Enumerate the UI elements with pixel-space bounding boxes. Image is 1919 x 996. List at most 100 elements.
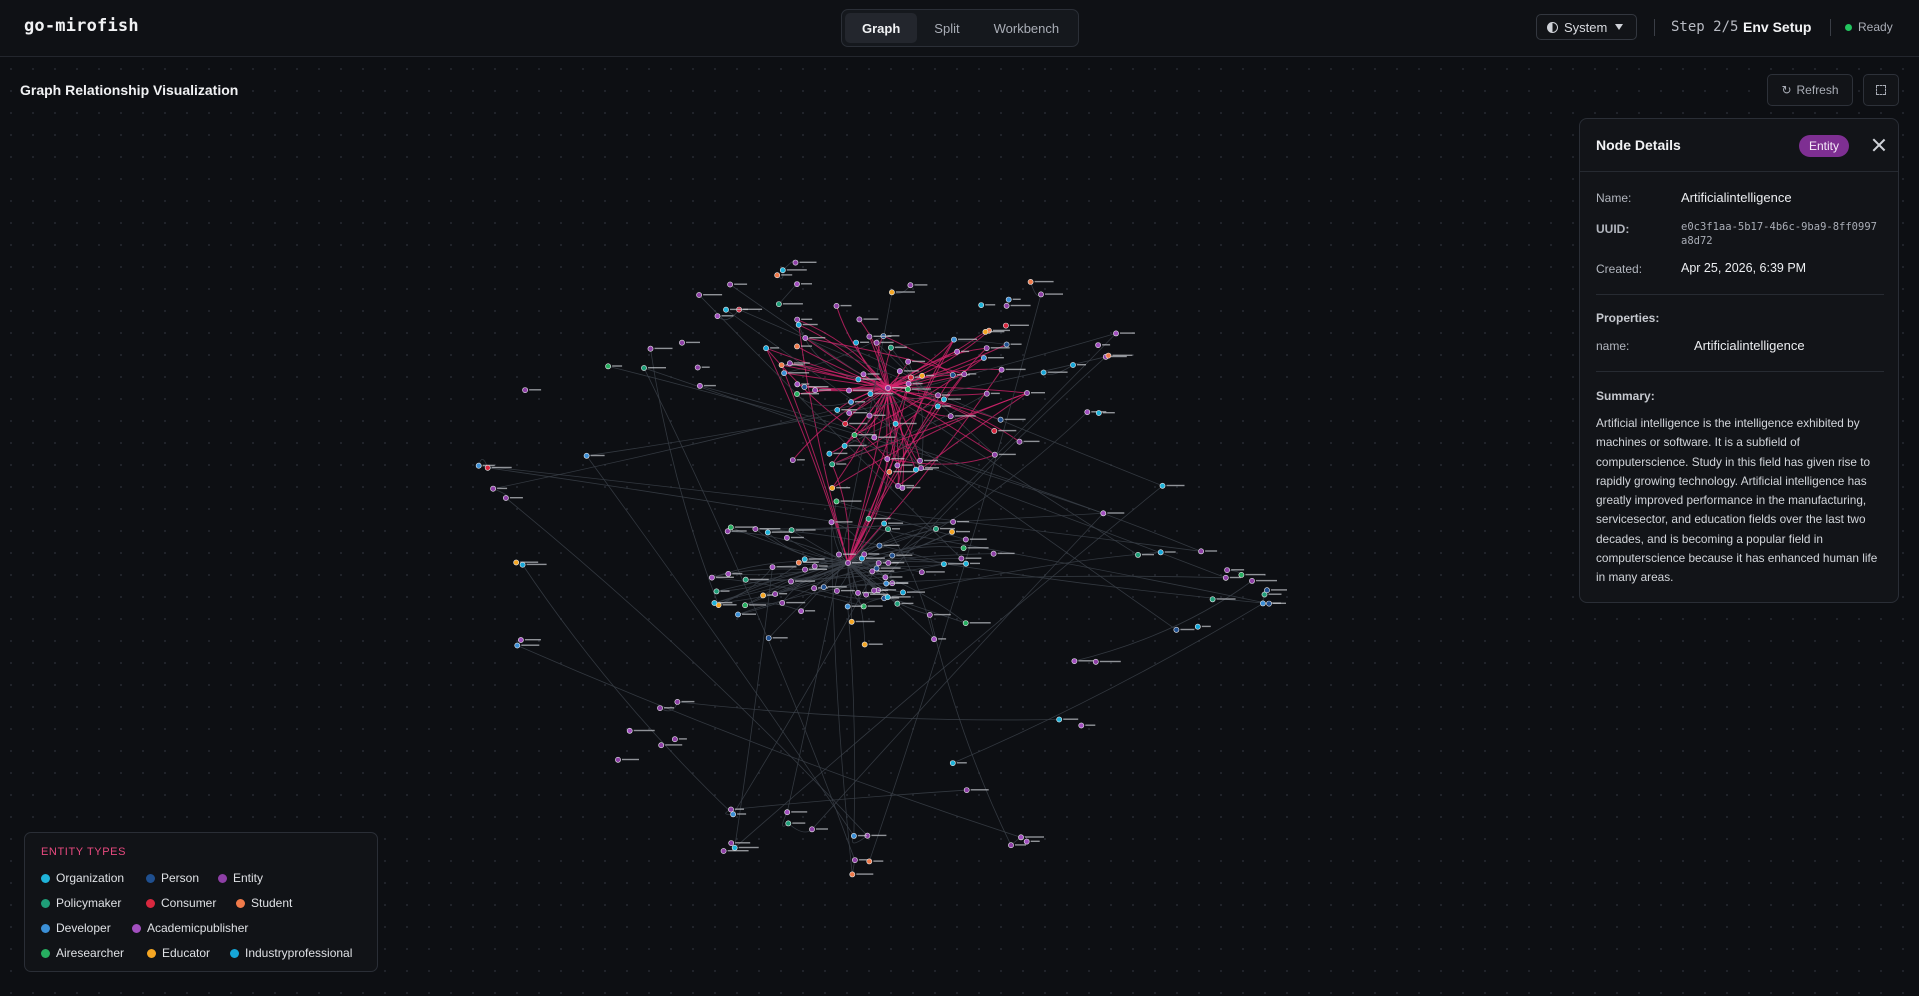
- graph-node[interactable]: [941, 396, 947, 403]
- graph-node[interactable]: [785, 820, 792, 827]
- graph-node[interactable]: [786, 360, 793, 367]
- graph-node[interactable]: [1198, 548, 1204, 555]
- tab-split[interactable]: Split: [917, 13, 976, 43]
- graph-node[interactable]: [871, 434, 878, 441]
- graph-node[interactable]: [696, 292, 702, 298]
- graph-node[interactable]: [848, 399, 854, 405]
- graph-node[interactable]: [764, 529, 771, 536]
- graph-node[interactable]: [1105, 352, 1112, 359]
- refresh-button[interactable]: ↻ Refresh: [1767, 74, 1853, 106]
- graph-node[interactable]: [723, 306, 729, 313]
- graph-node[interactable]: [886, 468, 893, 475]
- graph-node[interactable]: [709, 574, 715, 581]
- graph-node[interactable]: [885, 559, 892, 566]
- graph-node[interactable]: [779, 267, 786, 274]
- graph-node[interactable]: [788, 578, 794, 585]
- graph-node[interactable]: [997, 416, 1004, 423]
- graph-node[interactable]: [961, 371, 968, 378]
- graph-node[interactable]: [811, 563, 818, 570]
- graph-node[interactable]: [1264, 587, 1270, 594]
- graph-node[interactable]: [1266, 600, 1272, 607]
- graph-node[interactable]: [727, 524, 734, 531]
- graph-node[interactable]: [811, 585, 817, 592]
- graph-node[interactable]: [647, 345, 654, 352]
- legend-item-entity[interactable]: Entity: [218, 871, 263, 885]
- graph-node[interactable]: [934, 403, 941, 410]
- graph-node[interactable]: [1194, 623, 1201, 630]
- graph-node[interactable]: [1224, 567, 1230, 573]
- graph-node[interactable]: [983, 345, 990, 351]
- graph-node[interactable]: [794, 281, 800, 287]
- graph-node[interactable]: [844, 603, 851, 610]
- graph-node[interactable]: [502, 495, 509, 501]
- graph-node[interactable]: [983, 390, 990, 397]
- graph-node[interactable]: [1023, 838, 1030, 845]
- graph-node[interactable]: [801, 384, 808, 390]
- graph-node[interactable]: [849, 871, 856, 878]
- graph-node[interactable]: [713, 588, 720, 595]
- graph-node[interactable]: [514, 642, 521, 649]
- graph-node[interactable]: [1078, 722, 1085, 729]
- graph-node[interactable]: [861, 641, 868, 648]
- graph-node[interactable]: [905, 386, 911, 393]
- graph-node[interactable]: [774, 272, 781, 279]
- graph-node[interactable]: [894, 600, 901, 607]
- graph-node[interactable]: [848, 618, 855, 625]
- graph-node[interactable]: [933, 525, 939, 532]
- graph-node[interactable]: [778, 362, 785, 368]
- graph-node[interactable]: [1056, 716, 1063, 723]
- graph-node[interactable]: [860, 371, 867, 378]
- graph-node[interactable]: [518, 637, 524, 643]
- graph-node[interactable]: [917, 457, 923, 464]
- graph-node[interactable]: [960, 545, 967, 551]
- graph-node[interactable]: [852, 857, 858, 863]
- graph-node[interactable]: [1135, 551, 1141, 558]
- graph-node[interactable]: [731, 844, 738, 851]
- graph-node[interactable]: [908, 374, 914, 381]
- graph-node[interactable]: [720, 848, 727, 854]
- graph-node[interactable]: [866, 412, 873, 419]
- graph-node[interactable]: [513, 559, 520, 566]
- legend-item-consumer[interactable]: Consumer: [146, 896, 216, 910]
- graph-node[interactable]: [885, 385, 891, 391]
- graph-node[interactable]: [714, 313, 721, 319]
- graph-node[interactable]: [641, 365, 647, 371]
- graph-node[interactable]: [658, 742, 665, 749]
- graph-node[interactable]: [851, 833, 857, 839]
- graph-node[interactable]: [876, 542, 883, 549]
- graph-node[interactable]: [1018, 834, 1024, 841]
- graph-node[interactable]: [900, 589, 906, 596]
- graph-node[interactable]: [1249, 578, 1255, 584]
- graph-node[interactable]: [781, 370, 787, 376]
- graph-node[interactable]: [958, 555, 965, 562]
- graph-node[interactable]: [679, 339, 685, 346]
- graph-node[interactable]: [905, 358, 911, 365]
- graph-node[interactable]: [834, 407, 841, 413]
- graph-node[interactable]: [918, 465, 924, 471]
- graph-node[interactable]: [763, 345, 769, 352]
- graph-node[interactable]: [784, 534, 790, 541]
- graph-node[interactable]: [978, 302, 985, 308]
- graph-node[interactable]: [949, 760, 956, 766]
- graph-node[interactable]: [836, 551, 842, 558]
- legend-item-student[interactable]: Student: [236, 896, 292, 910]
- graph-node[interactable]: [947, 413, 954, 420]
- graph-node[interactable]: [475, 462, 482, 469]
- graph-node[interactable]: [1222, 574, 1229, 581]
- legend-item-developer[interactable]: Developer: [41, 921, 111, 935]
- graph-node[interactable]: [794, 391, 800, 397]
- graph-node[interactable]: [795, 321, 802, 328]
- graph-node[interactable]: [829, 485, 836, 491]
- graph-node[interactable]: [794, 316, 801, 323]
- graph-node[interactable]: [851, 432, 858, 438]
- graph-node[interactable]: [626, 727, 633, 734]
- graph-node[interactable]: [931, 636, 937, 643]
- legend-item-organization[interactable]: Organization: [41, 871, 124, 885]
- graph-node[interactable]: [802, 566, 808, 573]
- tab-workbench[interactable]: Workbench: [977, 13, 1077, 43]
- graph-node[interactable]: [728, 806, 734, 813]
- legend-item-educator[interactable]: Educator: [147, 946, 210, 960]
- graph-node[interactable]: [889, 552, 896, 559]
- graph-node[interactable]: [954, 348, 960, 355]
- graph-node[interactable]: [779, 600, 786, 606]
